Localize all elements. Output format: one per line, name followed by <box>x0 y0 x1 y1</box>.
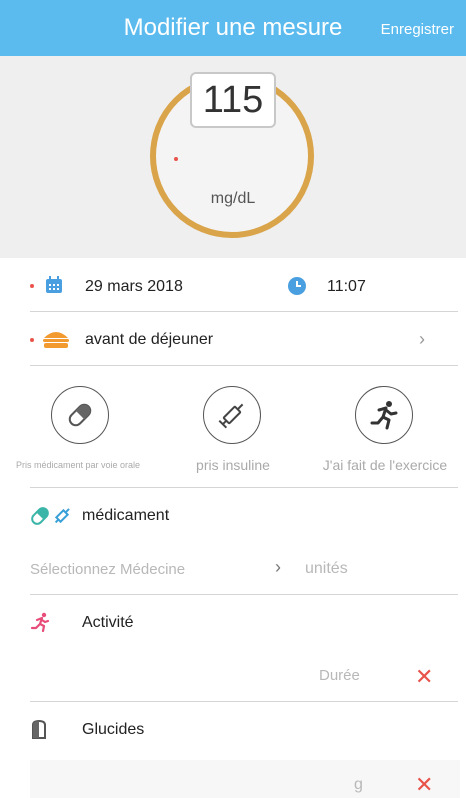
burger-icon <box>43 332 69 348</box>
bread-icon <box>32 720 46 739</box>
date-value[interactable]: 29 mars 2018 <box>85 278 183 296</box>
calendar-icon <box>46 276 62 293</box>
pill-icon <box>68 403 92 427</box>
clear-activity-icon[interactable]: ✕ <box>415 666 433 688</box>
exercise-button[interactable] <box>355 386 413 444</box>
required-indicator <box>174 157 178 161</box>
chevron-right-icon: › <box>275 557 281 577</box>
duration-input[interactable]: Durée <box>319 667 360 684</box>
divider <box>30 594 458 595</box>
divider <box>30 487 458 488</box>
activity-title: Activité <box>82 614 134 631</box>
insulin-button[interactable] <box>203 386 261 444</box>
medicine-select[interactable]: Sélectionnez Médecine <box>30 561 185 578</box>
syringe-icon <box>218 403 244 429</box>
insulin-label: pris insuline <box>196 457 270 473</box>
chevron-right-icon: › <box>419 329 425 349</box>
medication-title: médicament <box>82 507 170 524</box>
carbs-input-row <box>30 760 460 798</box>
required-indicator <box>30 284 34 288</box>
running-icon <box>370 401 398 430</box>
required-indicator <box>30 338 34 342</box>
grams-input[interactable]: g <box>354 776 363 794</box>
running-icon <box>30 612 50 632</box>
glucose-unit-label: mg/dL <box>210 190 256 207</box>
meal-label: avant de déjeuner <box>85 331 214 348</box>
time-value[interactable]: 11:07 <box>327 278 366 296</box>
oral-medication-button[interactable] <box>51 386 109 444</box>
syringe-icon <box>54 508 70 524</box>
glucose-value-input[interactable]: 115 <box>190 72 276 128</box>
carbs-title: Glucides <box>82 721 145 738</box>
pill-icon <box>31 507 49 525</box>
divider <box>30 701 458 702</box>
save-button[interactable]: Enregistrer <box>381 21 454 38</box>
units-input[interactable]: unités <box>305 560 348 578</box>
oral-medication-label: Pris médicament par voie orale <box>15 460 141 470</box>
exercise-label: J'ai fait de l'exercice <box>322 457 448 473</box>
clock-icon <box>288 277 306 295</box>
clear-carbs-icon[interactable]: ✕ <box>415 774 433 796</box>
header-bar: Modifier une mesure Enregistrer <box>0 0 466 56</box>
